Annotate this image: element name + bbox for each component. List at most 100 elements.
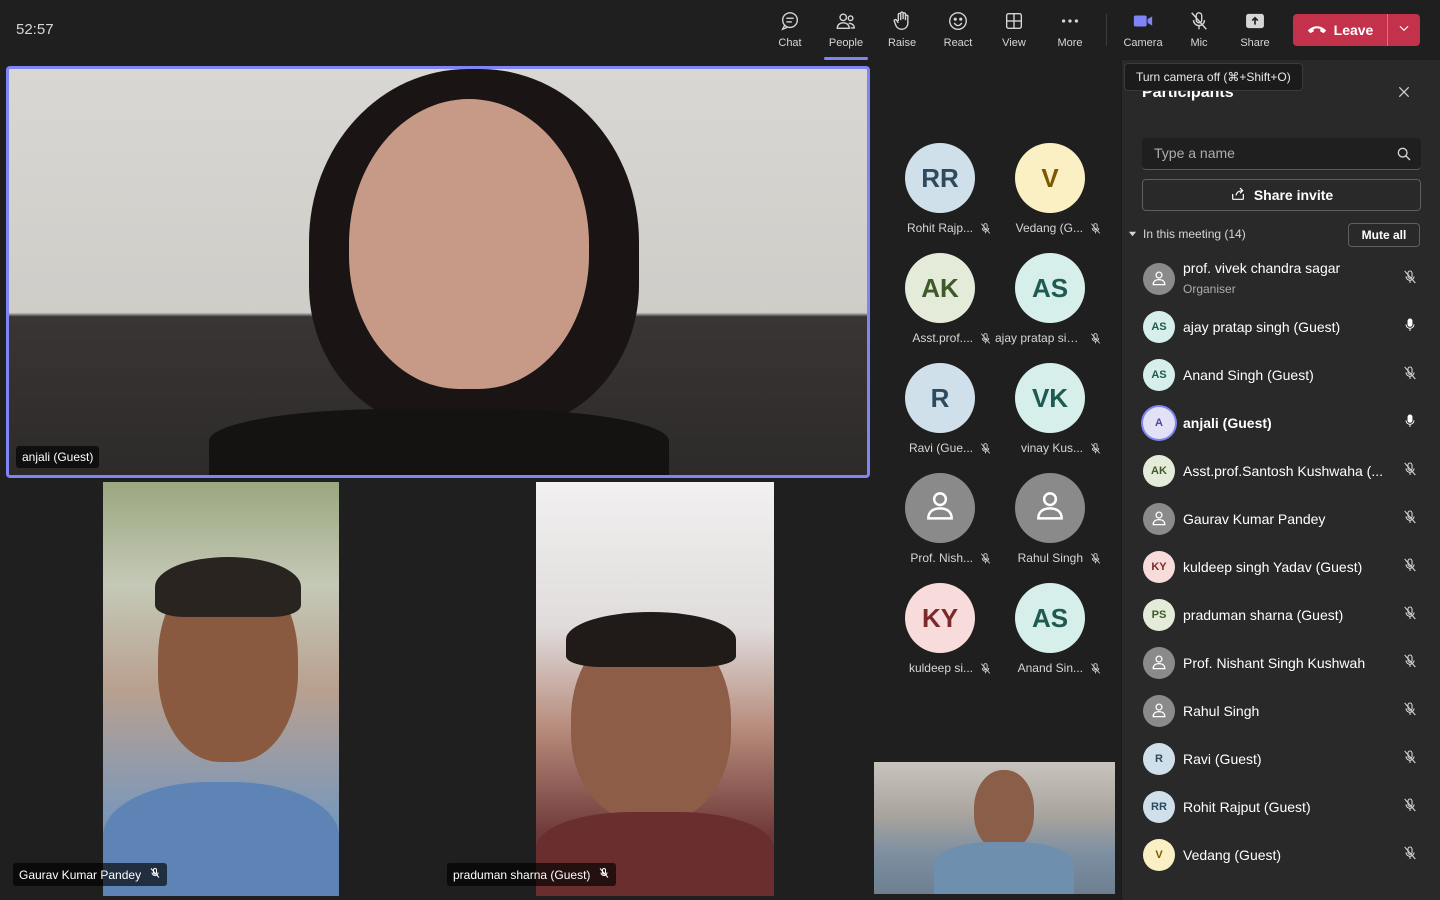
participant-name: anjali (Guest): [1183, 415, 1272, 431]
avatar-initials: A: [1155, 417, 1163, 429]
video-tile-anjali[interactable]: anjali (Guest): [6, 66, 870, 478]
people-button[interactable]: People: [818, 8, 874, 60]
avatar-tile[interactable]: AK Asst.prof....: [885, 253, 995, 353]
close-panel-button[interactable]: [1396, 84, 1412, 105]
participant-row[interactable]: KY kuldeep singh Yadav (Guest): [1122, 543, 1440, 591]
raise-hand-button[interactable]: Raise: [874, 8, 930, 54]
avatar-initials: VK: [1031, 382, 1069, 413]
avatar: AS: [1015, 583, 1085, 653]
avatar-initials: KY: [1151, 561, 1167, 573]
leave-options-button[interactable]: [1388, 21, 1420, 40]
participant-name: Prof. Nishant Singh Kushwah: [1183, 655, 1366, 671]
people-icon: [835, 8, 857, 34]
person-icon: [1149, 652, 1169, 675]
chevron-down-icon: [1128, 227, 1137, 241]
participant-name: Rohit Rajput (Guest): [1183, 799, 1311, 815]
avatar-tile[interactable]: AS Anand Sin...: [995, 583, 1105, 683]
mic-off-icon[interactable]: [1402, 269, 1418, 290]
mic-off-icon[interactable]: [1402, 701, 1418, 722]
avatar-name: Anand Sin...: [1017, 661, 1083, 675]
search-input[interactable]: [1142, 138, 1382, 168]
avatar-name: Ravi (Gue...: [908, 441, 973, 455]
avatar-tile[interactable]: Rahul Singh: [995, 473, 1105, 573]
mic-off-icon[interactable]: [1402, 749, 1418, 770]
video-feed-body: [209, 409, 669, 475]
participant-row[interactable]: Gaurav Kumar Pandey: [1122, 495, 1440, 543]
chat-button[interactable]: Chat: [762, 8, 818, 54]
participant-name: Asst.prof.Santosh Kushwaha (...: [1183, 463, 1383, 479]
avatar-tile[interactable]: VK vinay Kus...: [995, 363, 1105, 463]
hang-up-icon: [1307, 22, 1327, 38]
react-button[interactable]: React: [930, 8, 986, 54]
participant-row[interactable]: V Vedang (Guest): [1122, 831, 1440, 879]
avatar: R: [1143, 743, 1175, 775]
participant-name: Rahul Singh: [1183, 703, 1260, 719]
share-invite-button[interactable]: Share invite: [1142, 179, 1421, 211]
avatar-initials: AS: [1031, 602, 1069, 633]
mic-off-icon[interactable]: [1402, 797, 1418, 818]
participant-name: praduman sharna (Guest): [1183, 607, 1344, 623]
participant-role: Organiser: [1183, 282, 1236, 296]
participant-row[interactable]: PS praduman sharna (Guest): [1122, 591, 1440, 639]
avatar-tile[interactable]: RR Rohit Rajp...: [885, 143, 995, 243]
mic-label: Mic: [1190, 37, 1208, 49]
mic-off-icon: [979, 332, 992, 350]
participant-name: ajay pratap singh (Guest): [1183, 319, 1341, 335]
mic-button[interactable]: Mic: [1171, 8, 1227, 54]
participant-row[interactable]: RR Rohit Rajput (Guest): [1122, 783, 1440, 831]
video-stage: anjali (Guest) Gaurav Kumar Pandey pradu…: [0, 60, 1120, 900]
chevron-down-icon: [1397, 21, 1411, 40]
mic-off-icon[interactable]: [1402, 365, 1418, 386]
self-video-preview[interactable]: [874, 762, 1115, 894]
grid-view-icon: [1003, 8, 1025, 34]
mute-all-button[interactable]: Mute all: [1348, 223, 1420, 247]
camera-label: Camera: [1123, 37, 1163, 49]
participant-row[interactable]: AS Anand Singh (Guest): [1122, 351, 1440, 399]
video-tile-praduman[interactable]: [536, 482, 774, 896]
avatar-initials: V: [1041, 162, 1059, 193]
mic-icon[interactable]: [1402, 413, 1418, 434]
avatar: V: [1015, 143, 1085, 213]
participant-name: prof. vivek chandra sagar: [1183, 260, 1341, 276]
mic-off-icon[interactable]: [1402, 605, 1418, 626]
mic-off-icon[interactable]: [1402, 509, 1418, 530]
mic-off-icon[interactable]: [1402, 653, 1418, 674]
avatar-tile[interactable]: R Ravi (Gue...: [885, 363, 995, 463]
participant-row[interactable]: AS ajay pratap singh (Guest): [1122, 303, 1440, 351]
mic-off-icon[interactable]: [1402, 461, 1418, 482]
avatar-tile[interactable]: V Vedang (G...: [995, 143, 1105, 243]
participant-name: Gaurav Kumar Pandey: [1183, 511, 1326, 527]
participant-row[interactable]: AK Asst.prof.Santosh Kushwaha (...: [1122, 447, 1440, 495]
mic-off-icon: [1188, 8, 1210, 34]
participant-row[interactable]: R Ravi (Guest): [1122, 735, 1440, 783]
participant-row[interactable]: prof. vivek chandra sagar Organiser: [1122, 255, 1440, 303]
avatar-initials: AS: [1031, 272, 1069, 303]
search-icon[interactable]: [1396, 146, 1412, 167]
avatar-tile[interactable]: AS ajay pratap sin...: [995, 253, 1105, 353]
more-button[interactable]: More: [1042, 8, 1098, 54]
avatar-initials: RR: [921, 162, 959, 193]
camera-button[interactable]: Camera: [1115, 8, 1171, 54]
avatar-tile[interactable]: KY kuldeep si...: [885, 583, 995, 683]
participant-row[interactable]: Rahul Singh: [1122, 687, 1440, 735]
participant-list: prof. vivek chandra sagar Organiser AS ajay…: [1122, 255, 1440, 879]
mic-icon[interactable]: [1402, 317, 1418, 338]
participant-name: Ravi (Guest): [1183, 751, 1262, 767]
leave-label: Leave: [1333, 22, 1374, 38]
share-button[interactable]: Share: [1227, 8, 1283, 54]
mic-off-icon[interactable]: [1402, 845, 1418, 866]
participant-row[interactable]: Prof. Nishant Singh Kushwah: [1122, 639, 1440, 687]
avatar-initials: AK: [921, 272, 959, 303]
mic-off-icon: [979, 222, 992, 240]
mic-off-icon[interactable]: [1402, 557, 1418, 578]
avatar-name: Vedang (G...: [1015, 221, 1083, 235]
view-button[interactable]: View: [986, 8, 1042, 54]
in-meeting-section-toggle[interactable]: In this meeting (14): [1128, 227, 1246, 241]
leave-button[interactable]: Leave: [1293, 14, 1388, 46]
mic-off-icon: [979, 662, 992, 680]
people-label: People: [828, 37, 864, 49]
mic-off-icon: [979, 552, 992, 570]
participant-row[interactable]: Aanjali (Guest): [1122, 399, 1440, 447]
avatar-tile[interactable]: Prof. Nish...: [885, 473, 995, 573]
video-tile-gaurav[interactable]: [103, 482, 339, 896]
